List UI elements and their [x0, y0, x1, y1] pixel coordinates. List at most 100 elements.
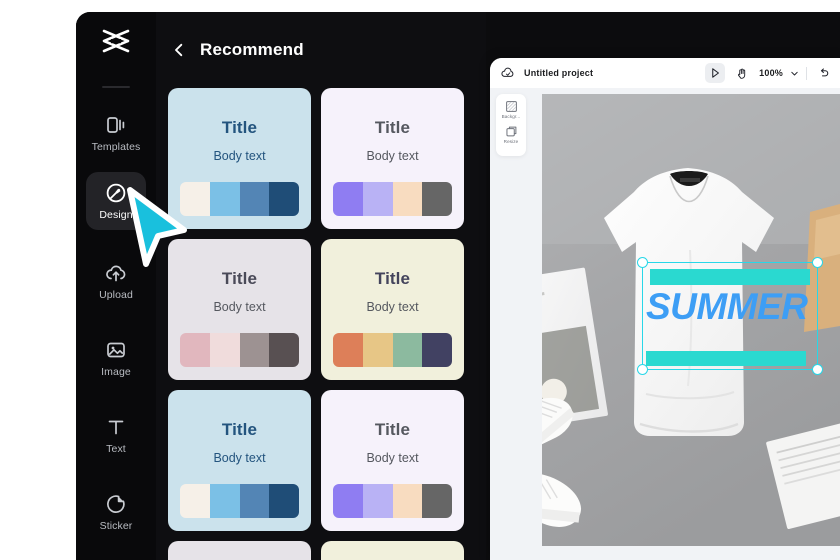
template-card-body: Body text	[366, 149, 419, 163]
color-swatch	[209, 333, 240, 367]
color-swatch	[239, 484, 270, 518]
template-card-title: Title	[221, 420, 258, 439]
template-card-body: Body text	[366, 300, 419, 314]
cloud-sync-icon[interactable]	[500, 65, 516, 81]
template-card[interactable]: Title Body text	[321, 390, 464, 531]
template-card-title: Title	[374, 420, 411, 439]
resize-tool-button[interactable]: Resize	[504, 125, 519, 144]
text-t-icon	[108, 420, 124, 435]
capcut-logo-icon	[102, 29, 130, 53]
color-swatch	[333, 484, 363, 518]
template-card-body: Body text	[213, 451, 266, 465]
sidebar-item-sticker[interactable]: Sticker	[86, 483, 146, 541]
page-title: Recommend	[200, 40, 304, 59]
color-swatch	[209, 484, 240, 518]
template-card-swatches	[333, 333, 452, 367]
color-swatch	[392, 484, 423, 518]
design-canvas[interactable]: SUMMER	[542, 94, 840, 546]
selection-box[interactable]	[637, 257, 823, 375]
mini-tool-label: Resize	[503, 139, 519, 144]
color-swatch	[333, 182, 363, 216]
color-swatch	[269, 182, 299, 216]
color-swatch	[269, 484, 299, 518]
color-swatch	[180, 333, 210, 367]
color-swatch	[392, 182, 423, 216]
sidebar-item-label: Upload	[99, 289, 133, 301]
color-swatch	[362, 333, 393, 367]
editor-tools: 100%	[705, 63, 834, 83]
undo-button[interactable]	[814, 63, 834, 83]
template-grid[interactable]: Title Body text Title Body text Title Body te…	[156, 74, 486, 560]
color-swatch	[180, 484, 210, 518]
color-swatch	[392, 333, 423, 367]
template-card[interactable]: Title Body text	[168, 239, 311, 380]
chevron-down-icon[interactable]	[790, 69, 799, 78]
background-checker-icon	[505, 101, 517, 112]
template-card-title: Title	[374, 118, 411, 137]
cursor-arrow-icon	[712, 68, 720, 78]
template-card[interactable]: Title Body text	[168, 88, 311, 229]
color-swatch	[269, 333, 299, 367]
sidebar-item-label: Image	[101, 366, 131, 378]
template-card-swatches	[180, 484, 299, 518]
template-card[interactable]: Title Body text	[321, 88, 464, 229]
template-card-swatches	[333, 484, 452, 518]
screen: Templates Design Upload Image Text Stick…	[0, 0, 840, 560]
sticker-icon	[107, 495, 125, 513]
sidebar-item-templates[interactable]: Templates	[86, 104, 146, 162]
image-icon	[107, 342, 125, 358]
template-card-swatches	[180, 333, 299, 367]
template-card[interactable]: Title Body text	[321, 239, 464, 380]
project-name[interactable]: Untitled project	[524, 68, 593, 78]
sidebar-item-label: Design	[99, 209, 133, 221]
template-card-body: Body text	[213, 149, 266, 163]
template-card-title: Title	[221, 269, 258, 288]
selection-handle-bl[interactable]	[637, 364, 648, 375]
cursor-tool-button[interactable]	[705, 63, 726, 83]
back-button[interactable]	[168, 39, 190, 61]
template-card-swatches	[333, 182, 452, 216]
template-card-body: Body text	[366, 451, 419, 465]
template-card-swatches	[180, 182, 299, 216]
color-swatch	[239, 333, 270, 367]
template-card-body: Body text	[213, 300, 266, 314]
chevron-left-icon	[175, 43, 183, 57]
color-swatch	[333, 333, 363, 367]
templates-icon	[107, 117, 125, 133]
color-swatch	[422, 484, 452, 518]
undo-arrow-icon	[820, 68, 829, 77]
sidebar-item-label: Sticker	[99, 520, 133, 532]
design-brush-icon	[106, 183, 126, 203]
color-swatch	[362, 484, 393, 518]
sidebar-item-upload[interactable]: Upload	[86, 252, 146, 310]
background-tool-button[interactable]: Backgr...	[502, 100, 521, 119]
template-card-title: Title	[221, 118, 258, 137]
selection-handle-br[interactable]	[812, 364, 823, 375]
sidebar-item-label: Text	[106, 443, 126, 455]
template-card[interactable]	[168, 541, 311, 560]
selection-handle-tr[interactable]	[812, 257, 823, 268]
sidebar-item-label: Templates	[91, 141, 141, 153]
zoom-level-label[interactable]: 100%	[759, 68, 783, 78]
resize-icon	[505, 126, 516, 137]
sidebar-item-text[interactable]: Text	[86, 406, 146, 464]
template-card[interactable]: Title Body text	[168, 390, 311, 531]
color-swatch	[239, 182, 270, 216]
mini-tool-label: Backgr...	[501, 114, 521, 119]
editor-topbar: Untitled project 100%	[490, 58, 840, 88]
template-card-title: Title	[374, 269, 411, 288]
color-swatch	[422, 182, 452, 216]
upload-cloud-icon	[106, 265, 126, 282]
panel-header: Recommend	[156, 28, 486, 72]
sidebar-item-design[interactable]: Design	[86, 172, 146, 230]
recommend-panel: Recommend Title Body text Title Body text Ti…	[156, 12, 486, 560]
selection-handle-tl[interactable]	[637, 257, 648, 268]
app-logo[interactable]	[76, 26, 156, 56]
color-swatch	[422, 333, 452, 367]
color-swatch	[209, 182, 240, 216]
template-card[interactable]	[321, 541, 464, 560]
editor-window: Untitled project 100% Backgr... Resize S…	[490, 58, 840, 560]
hand-tool-icon	[738, 68, 746, 79]
hand-tool-button[interactable]	[732, 63, 752, 83]
sidebar-item-image[interactable]: Image	[86, 329, 146, 387]
